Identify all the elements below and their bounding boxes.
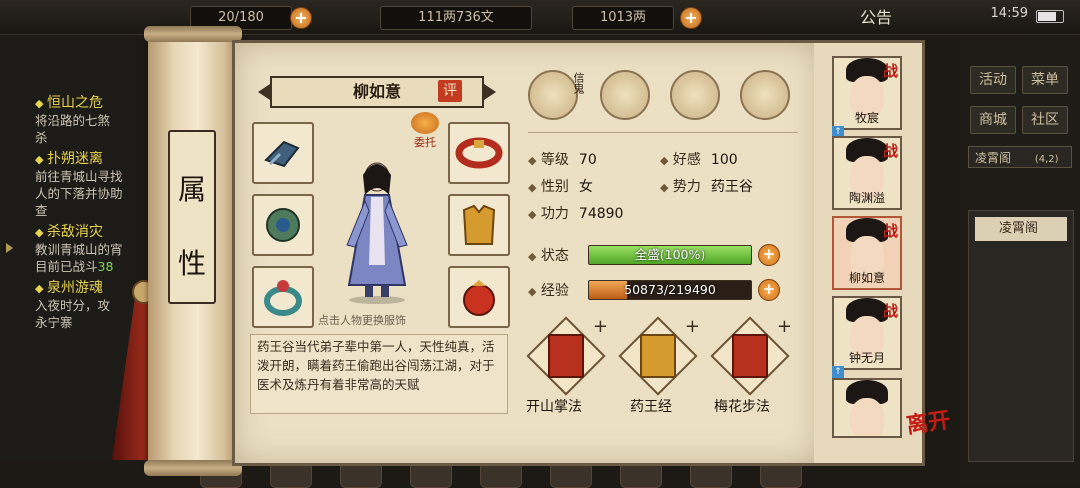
equip-slot-hands[interactable] <box>252 194 314 256</box>
quest-arrow-icon <box>6 243 13 253</box>
add-stamina-button[interactable]: + <box>290 7 312 29</box>
divider <box>528 132 798 133</box>
equip-slot-accessory[interactable] <box>448 266 510 328</box>
character-figure[interactable] <box>335 145 420 305</box>
party-member[interactable] <box>832 378 902 438</box>
location-list-item[interactable]: 凌霄阁 <box>975 217 1067 241</box>
change-outfit-hint: 点击人物更换服饰 <box>318 314 406 327</box>
bagua-icon[interactable] <box>670 70 720 120</box>
quest-title: 扑朔迷离 <box>0 148 160 168</box>
power-stat: ◆ 功力 74890 <box>528 206 624 222</box>
level-tag-icon: ↑ <box>832 366 844 378</box>
attribute-tab[interactable]: 属 性 <box>168 130 216 304</box>
skill-name: 梅花步法 <box>714 399 770 415</box>
skill-slot[interactable]: + <box>710 316 792 396</box>
location-list: 凌霄阁 <box>968 210 1074 462</box>
shop-button[interactable]: 商城 <box>970 106 1016 134</box>
equip-slot-gloves[interactable] <box>252 122 314 184</box>
right-menu: 活动 菜单 商城 社区 凌霄阁 (4,2) 凌霄阁 <box>960 40 1080 486</box>
add-money-button[interactable]: + <box>680 7 702 29</box>
pouch-icon <box>463 280 495 316</box>
party-member-selected[interactable]: 战 柳如意 <box>832 216 902 290</box>
entrust-icon <box>411 112 439 134</box>
battle-tag: 战 <box>882 142 898 160</box>
announcement-button[interactable]: 公告 <box>860 4 892 28</box>
exp-bar: 50873/219490 <box>588 280 752 300</box>
leave-button[interactable]: 离开 <box>904 402 952 440</box>
restore-status-button[interactable]: + <box>758 244 780 266</box>
meridian-icon[interactable] <box>740 70 790 120</box>
equip-slot-belt[interactable] <box>448 122 510 184</box>
exp-bar-fill <box>589 281 627 299</box>
letter-label: 信鬼 <box>572 72 585 94</box>
skill-name: 开山掌法 <box>526 399 582 415</box>
community-button[interactable]: 社区 <box>1022 106 1068 134</box>
clock: 14:59 <box>990 6 1028 21</box>
quest-item[interactable]: 杀敌消灾 教训青城山的宵 目前已战斗38 <box>0 221 160 275</box>
quest-item[interactable]: 恒山之危 将沿路的七煞 杀 <box>0 92 160 146</box>
exp-text: 50873/219490 <box>624 282 716 297</box>
ring-icon <box>264 280 302 316</box>
party-member-name: 钟无月 <box>848 351 885 365</box>
gift-icon[interactable] <box>600 70 650 120</box>
party-member[interactable]: 战 陶渊溢 <box>832 136 902 210</box>
activity-button[interactable]: 活动 <box>970 66 1016 94</box>
skill-name: 药王经 <box>630 399 672 415</box>
status-label: ◆ 状态 <box>528 248 569 264</box>
belt-icon <box>455 137 503 169</box>
add-exp-button[interactable]: + <box>758 279 780 301</box>
party-member[interactable]: 战 牧宸 <box>832 56 902 130</box>
add-skill-icon[interactable]: + <box>593 316 608 337</box>
battle-tag: 战 <box>882 62 898 80</box>
quest-title: 恒山之危 <box>0 92 160 112</box>
character-description: 药王谷当代弟子辈中第一人，天性纯真，活泼开朗，瞒着药王偷跑出谷闯荡江湖，对于医术… <box>250 334 508 414</box>
status-text: 全盛(100%) <box>634 247 706 262</box>
skill-slot[interactable]: + <box>618 316 700 396</box>
skill-book-icon <box>548 334 584 378</box>
quest-desc: 前往青城山寻找 人的下落并协助 查 <box>35 169 123 218</box>
faction-stat: ◆ 势力 药王谷 <box>660 179 753 195</box>
gauntlet-icon <box>266 208 300 242</box>
add-skill-icon[interactable]: + <box>777 316 792 337</box>
party-member[interactable]: 战 钟无月 <box>832 296 902 370</box>
money-liang-display: 1013两 <box>572 6 674 30</box>
skill-book-icon <box>640 334 676 378</box>
bracer-icon <box>264 140 300 168</box>
favor-stat: ◆ 好感 100 <box>660 152 738 168</box>
party-member-name: 柳如意 <box>848 271 885 285</box>
battery-icon <box>1036 10 1064 23</box>
quest-desc: 教训青城山的宵 目前已战斗38 <box>35 242 123 274</box>
add-skill-icon[interactable]: + <box>685 316 700 337</box>
battle-tag: 战 <box>882 302 898 320</box>
gender-stat: ◆ 性别女 <box>528 179 593 195</box>
armor-icon <box>462 204 496 245</box>
equip-slot-armor[interactable] <box>448 194 510 256</box>
quest-title: 杀敌消灾 <box>0 221 160 241</box>
equip-slot-ring[interactable] <box>252 266 314 328</box>
exp-label: ◆ 经验 <box>528 283 569 299</box>
skill-slot[interactable]: + <box>526 316 608 396</box>
party-member-name: 陶渊溢 <box>848 191 885 205</box>
level-stat: ◆ 等级 70 <box>528 152 597 168</box>
rate-button[interactable]: 评 <box>438 80 462 102</box>
menu-button[interactable]: 菜单 <box>1022 66 1068 94</box>
party-member-name: 牧宸 <box>854 111 879 125</box>
skill-book-icon <box>732 334 768 378</box>
money-wen-display: 111两736文 <box>380 6 532 30</box>
quest-item[interactable]: 扑朔迷离 前往青城山寻找 人的下落并协助 查 <box>0 148 160 219</box>
status-bar: 全盛(100%) <box>588 245 752 265</box>
quest-desc: 将沿路的七煞 杀 <box>35 113 111 145</box>
location-display: 凌霄阁 (4,2) <box>968 146 1072 168</box>
battle-tag: 战 <box>882 222 898 240</box>
